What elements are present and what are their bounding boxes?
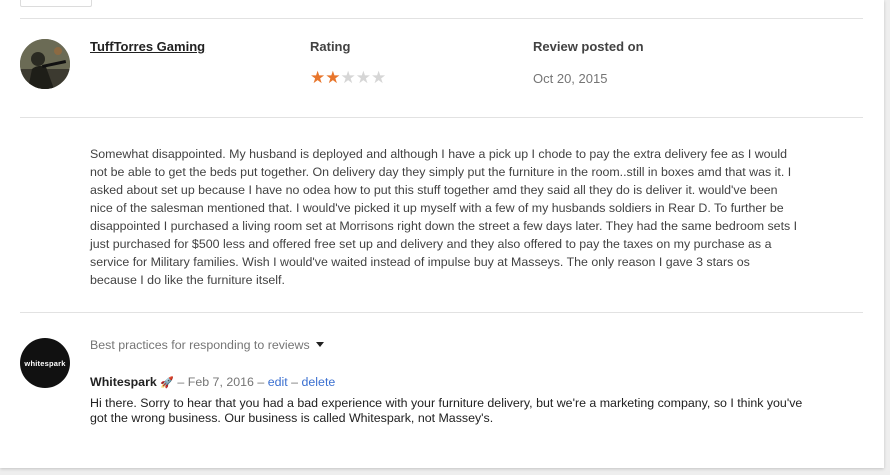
separator: – (257, 375, 265, 389)
top-button[interactable] (20, 0, 92, 7)
star-rating: ★★★★★ (310, 68, 386, 88)
divider (20, 312, 863, 313)
separator: – (291, 375, 299, 389)
posted-header: Review posted on (533, 39, 644, 54)
review-card: TuffTorres Gaming Rating ★★★★★ Review po… (0, 0, 884, 468)
owner-logo-text: whitespark (24, 358, 66, 368)
divider (20, 117, 863, 118)
reviewer-avatar-image (20, 39, 70, 89)
separator: – (177, 375, 185, 389)
owner-logo: whitespark (20, 338, 70, 388)
divider (20, 18, 863, 19)
edit-reply-link[interactable]: edit (268, 375, 288, 389)
review-text: Somewhat disappointed. My husband is dep… (90, 147, 798, 287)
reply-meta: Whitespark 🚀 – Feb 7, 2016 – edit – dele… (90, 375, 335, 389)
owner-name: Whitespark (90, 375, 157, 389)
reviewer-avatar (20, 39, 70, 89)
delete-reply-link[interactable]: delete (302, 375, 336, 389)
star-icon: ★ (325, 68, 341, 87)
best-practices-dropdown[interactable]: Best practices for responding to reviews (90, 338, 324, 352)
star-icon: ★ (310, 68, 326, 87)
star-icon: ★ (371, 68, 387, 87)
rocket-icon: 🚀 (160, 377, 174, 389)
best-practices-label: Best practices for responding to reviews (90, 338, 310, 352)
reply-date: Feb 7, 2016 (187, 375, 254, 389)
rating-header: Rating (310, 39, 351, 54)
reviewer-name-link[interactable]: TuffTorres Gaming (90, 39, 205, 54)
review-date: Oct 20, 2015 (533, 71, 608, 86)
caret-down-icon (315, 342, 324, 348)
reply-text: Hi there. Sorry to hear that you had a b… (90, 396, 803, 425)
star-icon: ★ (355, 68, 371, 87)
star-icon: ★ (340, 68, 356, 87)
